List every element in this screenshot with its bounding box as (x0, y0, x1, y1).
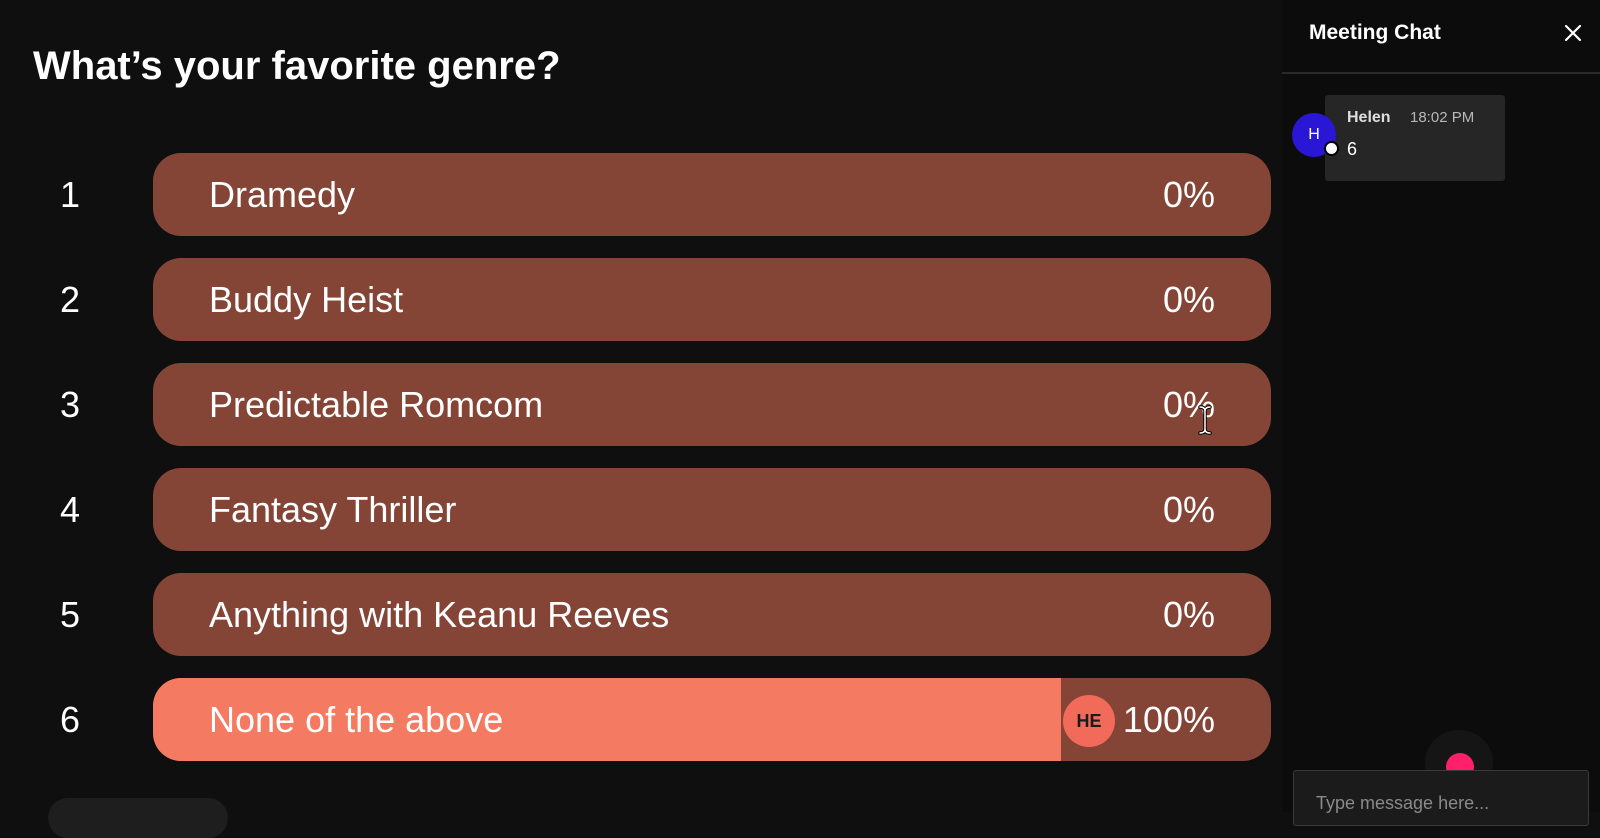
option-number: 4 (59, 489, 81, 530)
text-cursor-icon (1198, 405, 1212, 435)
option-percent: 0% (1162, 279, 1215, 320)
option-number: 6 (59, 699, 81, 740)
option-percent: 100% (1122, 699, 1215, 740)
option-label: Buddy Heist (209, 279, 404, 320)
poll-option-1: 1 Dramedy 0% (0, 153, 1280, 236)
option-bar[interactable]: None of the above HE 100% (153, 678, 1271, 761)
option-percent: 0% (1162, 174, 1215, 215)
message-sender: Helen (1347, 109, 1391, 126)
option-number: 2 (59, 279, 81, 320)
message-timestamp: 18:02 PM (1410, 109, 1475, 126)
option-bar[interactable]: Dramedy 0% (153, 153, 1271, 236)
option-label: Dramedy (209, 174, 356, 215)
poll-option-5: 5 Anything with Keanu Reeves 0% (0, 573, 1280, 656)
chat-message-input[interactable] (1293, 770, 1589, 826)
option-bar[interactable]: Anything with Keanu Reeves 0% (153, 573, 1271, 656)
option-bar[interactable]: Fantasy Thriller 0% (153, 468, 1271, 551)
meeting-chat-panel: Meeting Chat Helen 18:02 PM 6 H (1282, 0, 1600, 826)
bottom-pill[interactable] (48, 798, 228, 838)
poll-option-6: 6 None of the above HE 100% (0, 678, 1280, 761)
option-percent: 0% (1162, 594, 1215, 635)
poll-question: What’s your favorite genre? (33, 44, 561, 88)
chat-title: Meeting Chat (1309, 21, 1441, 44)
option-label: Fantasy Thriller (209, 489, 457, 530)
chat-message: Helen 18:02 PM 6 H (1292, 95, 1592, 185)
poll-options: 1 Dramedy 0% 2 Buddy Heist 0% 3 Predicta… (0, 153, 1280, 783)
poll-option-2: 2 Buddy Heist 0% (0, 258, 1280, 341)
chat-header: Meeting Chat (1282, 0, 1600, 74)
poll-option-4: 4 Fantasy Thriller 0% (0, 468, 1280, 551)
voter-avatar: HE (1063, 695, 1115, 747)
option-label: Anything with Keanu Reeves (209, 594, 670, 635)
option-bar[interactable]: Predictable Romcom 0% (153, 363, 1271, 446)
option-percent: 0% (1162, 489, 1215, 530)
message-text: 6 (1347, 139, 1358, 159)
option-label: None of the above (209, 699, 504, 740)
option-number: 3 (59, 384, 81, 425)
close-icon[interactable] (1558, 18, 1588, 48)
option-number: 1 (59, 174, 81, 215)
poll-area: What’s your favorite genre? 1 Dramedy 0%… (0, 0, 1280, 838)
option-number: 5 (59, 594, 81, 635)
option-label: Predictable Romcom (209, 384, 544, 425)
presence-indicator (1324, 141, 1339, 156)
message-bubble: Helen 18:02 PM 6 (1325, 95, 1505, 181)
option-bar[interactable]: Buddy Heist 0% (153, 258, 1271, 341)
poll-option-3: 3 Predictable Romcom 0% (0, 363, 1280, 446)
